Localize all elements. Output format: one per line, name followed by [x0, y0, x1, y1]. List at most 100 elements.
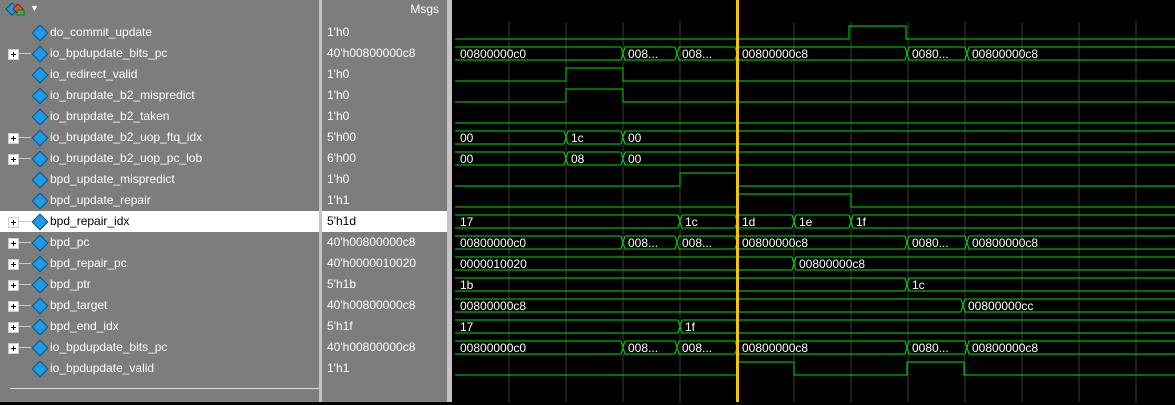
- expand-plus-icon[interactable]: [8, 238, 19, 249]
- signal-row[interactable]: io_brupdate_b2_mispredict: [0, 85, 319, 106]
- bus-segment: [679, 319, 1175, 334]
- signal-name: bpd_repair_pc: [50, 256, 127, 270]
- signal-value-row[interactable]: 1'h0: [322, 64, 447, 85]
- bus-value-label: 1b: [460, 278, 474, 292]
- signal-value-row[interactable]: 1'h1: [322, 190, 447, 211]
- bus-value-label: 0080...: [912, 341, 949, 355]
- signal-row[interactable]: io_brupdate_b2_uop_pc_lob: [0, 148, 319, 169]
- signal-name-pane: ▼ do_commit_update io_bpdupdate_bits_pc io…: [0, 0, 440, 402]
- bus-segment: [455, 277, 908, 292]
- signal-row[interactable]: bpd_repair_idx: [0, 211, 319, 232]
- bus-value-label: 1c: [685, 215, 698, 229]
- signal-value: 40'h0000010020: [327, 256, 417, 270]
- signal-value: 1'h0: [327, 25, 350, 39]
- expand-plus-icon[interactable]: [8, 343, 19, 354]
- signal-diamond-icon: [31, 360, 49, 378]
- expand-plus-icon[interactable]: [8, 259, 19, 270]
- signal-value-row[interactable]: 5'h00: [322, 127, 447, 148]
- bus-value-label: 00800000cc: [968, 299, 1033, 313]
- signal-row[interactable]: bpd_ptr: [0, 274, 319, 295]
- expand-plus-icon[interactable]: [8, 301, 19, 312]
- bus-value-label: 00: [628, 131, 642, 145]
- bus-value-label: 1d: [742, 215, 755, 229]
- bus-value-label: 00800000c8: [742, 47, 808, 61]
- bus-segment: [850, 214, 1175, 229]
- signal-value-row[interactable]: 40'h0000010020: [322, 253, 447, 274]
- waveform-pane[interactable]: 00800000c0 008... 008... 00800000c8 0080... 0…: [452, 0, 1175, 402]
- bit-waveform: [455, 361, 1175, 376]
- bit-waveform: [455, 172, 1175, 187]
- bus-value-label: 08: [571, 152, 585, 166]
- tree-connector: [19, 242, 31, 243]
- signal-name: bpd_end_idx: [50, 319, 119, 333]
- signal-value: 40'h00800000c8: [327, 46, 416, 60]
- signal-value: 1'h0: [327, 172, 350, 186]
- expand-plus-icon[interactable]: [8, 154, 19, 165]
- wave-tools-icon[interactable]: [4, 2, 26, 16]
- tree-connector: [19, 53, 31, 54]
- signal-value-row[interactable]: 1'h1: [322, 358, 447, 379]
- expand-plus-icon[interactable]: [8, 49, 19, 60]
- signal-row[interactable]: bpd_pc: [0, 232, 319, 253]
- signal-row[interactable]: io_bpdupdate_bits_pc: [0, 337, 319, 358]
- signal-row[interactable]: io_brupdate_b2_taken: [0, 106, 319, 127]
- bit-waveform: [455, 25, 1175, 40]
- signal-value-row[interactable]: 40'h00800000c8: [322, 43, 447, 64]
- signal-value-row[interactable]: 1'h0: [322, 106, 447, 127]
- expand-plus-icon[interactable]: [8, 133, 19, 144]
- signal-value-row[interactable]: 6'h00: [322, 148, 447, 169]
- signal-value: 5'h00: [327, 130, 356, 144]
- bus-value-label: 00800000c8: [742, 236, 808, 250]
- bus-value-label: 00800000c0: [460, 341, 526, 355]
- signal-name: io_bpdupdate_bits_pc: [50, 340, 168, 354]
- signal-diamond-icon: [31, 66, 49, 84]
- signal-row[interactable]: bpd_target: [0, 295, 319, 316]
- signal-value: 40'h00800000c8: [327, 298, 416, 312]
- signal-name: io_brupdate_b2_uop_pc_lob: [50, 151, 203, 165]
- signal-row[interactable]: io_bpdupdate_bits_pc: [0, 43, 319, 64]
- signal-row[interactable]: io_redirect_valid: [0, 64, 319, 85]
- signal-value-row[interactable]: 1'h0: [322, 22, 447, 43]
- name-pane-header: ▼: [0, 0, 319, 20]
- signal-diamond-icon: [31, 129, 49, 147]
- signal-row[interactable]: bpd_end_idx: [0, 316, 319, 337]
- signal-value: 5'h1f: [327, 319, 353, 333]
- waveform-canvas[interactable]: 00800000c0 008... 008... 00800000c8 0080... 0…: [452, 0, 1175, 402]
- signal-value: 1'h0: [327, 88, 350, 102]
- signal-diamond-icon: [31, 87, 49, 105]
- signal-value-row[interactable]: 5'h1d: [322, 211, 447, 232]
- signal-diamond-icon: [31, 45, 49, 63]
- bus-value-label: 00800000c8: [972, 47, 1038, 61]
- signal-row[interactable]: do_commit_update: [0, 22, 319, 43]
- signal-row[interactable]: bpd_repair_pc: [0, 253, 319, 274]
- signal-value-row[interactable]: 1'h0: [322, 85, 447, 106]
- bus-value-label: 008...: [628, 236, 658, 250]
- bus-value-label: 1f: [685, 320, 696, 334]
- signal-value-row[interactable]: 1'h0: [322, 169, 447, 190]
- signal-value-row[interactable]: 40'h00800000c8: [322, 232, 447, 253]
- signal-value-row[interactable]: 40'h00800000c8: [322, 337, 447, 358]
- signal-name: bpd_update_mispredict: [50, 172, 175, 186]
- signal-value-row[interactable]: 5'h1b: [322, 274, 447, 295]
- expand-plus-icon[interactable]: [8, 322, 19, 333]
- signal-row[interactable]: io_bpdupdate_valid: [0, 358, 319, 379]
- tree-connector: [19, 347, 31, 348]
- signal-value-row[interactable]: 40'h00800000c8: [322, 295, 447, 316]
- chevron-down-icon[interactable]: ▼: [30, 3, 39, 13]
- tree-connector: [19, 263, 31, 264]
- signal-diamond-icon: [31, 339, 49, 357]
- time-cursor[interactable]: [736, 0, 739, 402]
- bus-value-label: 00: [460, 152, 474, 166]
- bus-value-label: 0080...: [912, 47, 949, 61]
- bus-value-label: 1e: [799, 215, 813, 229]
- signal-row[interactable]: io_brupdate_b2_uop_ftq_idx: [0, 127, 319, 148]
- signal-row[interactable]: bpd_update_repair: [0, 190, 319, 211]
- signal-value-row[interactable]: 5'h1f: [322, 316, 447, 337]
- signal-diamond-icon: [31, 255, 49, 273]
- signal-diamond-icon: [31, 192, 49, 210]
- expand-plus-icon[interactable]: [8, 217, 19, 228]
- signal-value: 6'h00: [327, 151, 356, 165]
- signal-row[interactable]: bpd_update_mispredict: [0, 169, 319, 190]
- expand-plus-icon[interactable]: [8, 280, 19, 291]
- bus-segment: [906, 277, 1175, 292]
